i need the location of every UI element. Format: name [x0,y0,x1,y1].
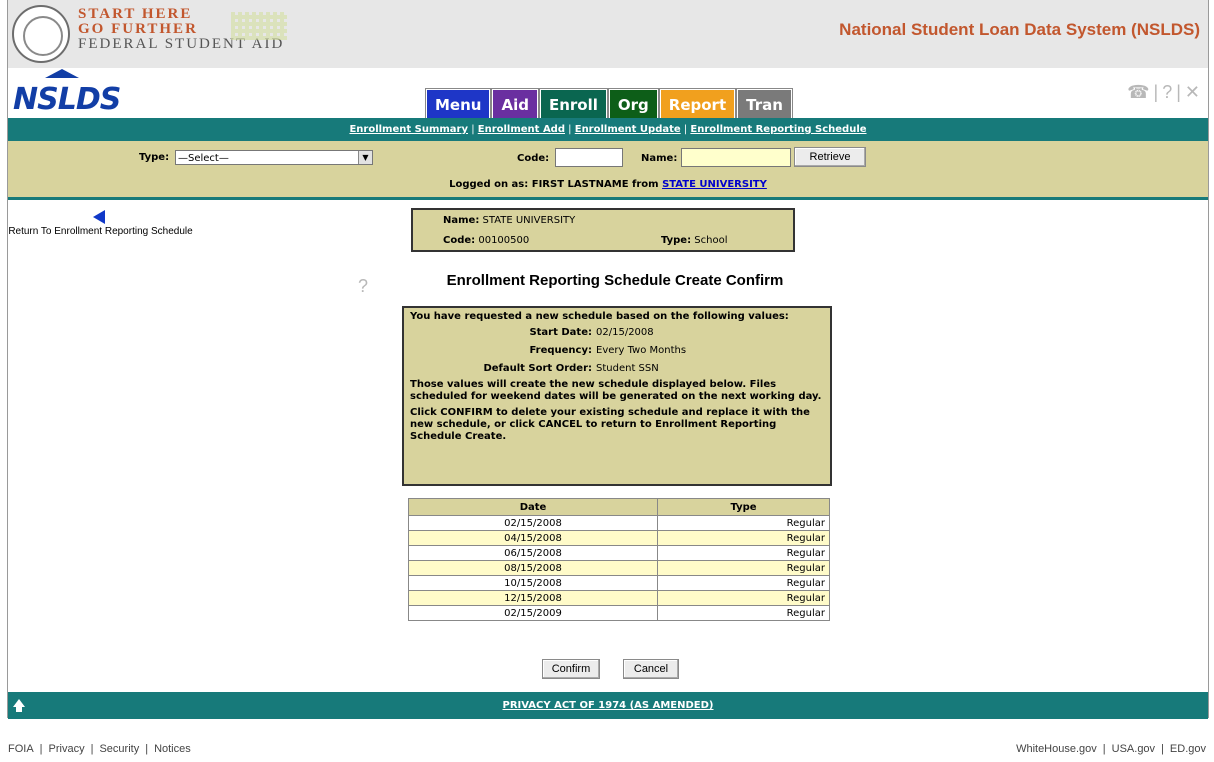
scroll-top-icon[interactable] [13,699,25,712]
department-seal-icon [12,5,70,63]
sort-order-value: Student SSN [596,363,659,374]
type-cell: Regular [657,575,830,591]
tab-tran[interactable]: Tran [737,89,792,121]
return-link[interactable]: Return To Enrollment Reporting Schedule [8,210,193,238]
tab-aid[interactable]: Aid [492,89,538,121]
header-banner: START HERE GO FURTHER FEDERAL STUDENT AI… [8,0,1208,68]
type-cell: Regular [657,560,830,576]
date-cell: 04/15/2008 [408,530,658,546]
date-cell: 08/15/2008 [408,560,658,576]
cancel-button[interactable]: Cancel [623,659,679,679]
phone-icon[interactable]: ☎ [1127,82,1149,102]
retrieve-button[interactable]: Retrieve [794,147,866,167]
org-type-value: School [694,235,728,246]
table-row: 02/15/2008 Regular [408,515,830,531]
frequency-label: Frequency: [529,345,592,356]
date-cell: 10/15/2008 [408,575,658,591]
privacy-link[interactable]: Privacy [49,743,85,755]
type-select[interactable]: —Select— ▼ [175,150,373,165]
date-cell: 12/15/2008 [408,590,658,606]
org-name-label: Name: [443,215,480,226]
toolbar-icons: ☎ |? | ✕ [1123,82,1200,103]
type-cell: Regular [657,515,830,531]
tab-menu[interactable]: Menu [426,89,491,121]
date-cell: 02/15/2009 [408,605,658,621]
tab-report[interactable]: Report [659,89,736,121]
type-cell: Regular [657,605,830,621]
org-type-label: Type: [661,235,692,246]
notices-link[interactable]: Notices [154,743,191,755]
logged-prefix: Logged on as: FIRST LASTNAME from [449,179,659,190]
type-cell: Regular [657,590,830,606]
column-header-type: Type [657,498,830,516]
code-input[interactable] [555,148,623,167]
frequency-value: Every Two Months [596,345,687,356]
divider: | [1153,82,1159,102]
enrollment-subnav: Enrollment Summary | Enrollment Add | En… [8,118,1208,141]
schedule-table: Date Type 02/15/2008 Regular 04/15/2008 Re… [408,498,830,621]
org-name-value: STATE UNIVERSITY [482,215,576,226]
whitehouse-link[interactable]: WhiteHouse.gov [1016,743,1097,755]
type-cell: Regular [657,530,830,546]
table-row: 12/15/2008 Regular [408,590,830,606]
table-row: 06/15/2008 Regular [408,545,830,561]
type-cell: Regular [657,545,830,561]
security-link[interactable]: Security [99,743,139,755]
footer-left-links: FOIA | Privacy | Security | Notices [8,743,191,755]
org-summary-box: Name: STATE UNIVERSITY Code: 00100500 Ty… [411,208,795,252]
privacy-bar: PRIVACY ACT OF 1974 (AS AMENDED) [8,692,1208,719]
confirm-button[interactable]: Confirm [542,659,600,679]
back-arrow-icon [92,210,105,224]
privacy-act-link[interactable]: PRIVACY ACT OF 1974 (AS AMENDED) [502,700,713,711]
system-title: National Student Loan Data System (NSLDS… [839,20,1200,39]
foia-link[interactable]: FOIA [8,743,34,755]
date-cell: 02/15/2008 [408,515,658,531]
usa-gov-link[interactable]: USA.gov [1112,743,1155,755]
org-code-value: 00100500 [478,235,530,246]
column-header-date: Date [408,498,658,516]
table-row: 04/15/2008 Regular [408,530,830,546]
link-enrollment-update[interactable]: Enrollment Update [575,124,681,135]
message-paragraph-2: Click CONFIRM to delete your existing sc… [410,407,810,442]
return-link-label[interactable]: Return To Enrollment Reporting Schedule [8,226,192,237]
brand-dots-decoration [231,12,287,40]
link-enrollment-reporting-schedule[interactable]: Enrollment Reporting Schedule [690,124,866,135]
search-bar: Type: —Select— ▼ Code: Name: Retrieve Lo… [8,141,1208,200]
org-link[interactable]: STATE UNIVERSITY [662,179,767,190]
tab-org[interactable]: Org [608,89,658,121]
page-title: Enrollment Reporting Schedule Create Con… [446,272,784,289]
table-row: 08/15/2008 Regular [408,560,830,576]
page-frame: START HERE GO FURTHER FEDERAL STUDENT AI… [7,0,1209,719]
graduation-cap-icon [45,69,79,78]
table-header-row: Date Type [408,498,830,516]
start-date-value: 02/15/2008 [596,327,654,338]
name-label: Name: [641,153,678,164]
table-row: 02/15/2009 Regular [408,605,830,621]
confirmation-message: You have requested a new schedule based … [402,306,832,486]
footer-right-links: WhiteHouse.gov | USA.gov | ED.gov [1016,743,1206,755]
link-enrollment-add[interactable]: Enrollment Add [478,124,565,135]
start-date-label: Start Date: [529,327,592,338]
table-row: 10/15/2008 Regular [408,575,830,591]
link-enrollment-summary[interactable]: Enrollment Summary [349,124,468,135]
message-intro: You have requested a new schedule based … [410,311,789,322]
nslds-logo[interactable]: NSLDS [13,82,121,117]
message-paragraph-1: Those values will create the new schedul… [410,379,822,402]
close-icon[interactable]: ✕ [1185,82,1200,102]
code-label: Code: [517,153,550,164]
org-code-label: Code: [443,235,476,246]
tab-enroll[interactable]: Enroll [539,89,607,121]
sort-order-label: Default Sort Order: [483,363,592,374]
logged-on-text: Logged on as: FIRST LASTNAME from STATE … [8,179,1208,190]
nav-tabs: Menu Aid Enroll Org Report Tran [426,89,792,121]
chevron-down-icon: ▼ [358,151,372,164]
help-icon[interactable]: ? [1162,82,1172,102]
ed-gov-link[interactable]: ED.gov [1170,743,1206,755]
type-select-value: —Select— [178,153,229,164]
name-input[interactable] [681,148,791,167]
date-cell: 06/15/2008 [408,545,658,561]
main-nav: NSLDS Menu Aid Enroll Org Report Tran ☎ |… [8,68,1208,121]
divider: | [1176,82,1181,102]
type-label: Type: [139,152,170,163]
